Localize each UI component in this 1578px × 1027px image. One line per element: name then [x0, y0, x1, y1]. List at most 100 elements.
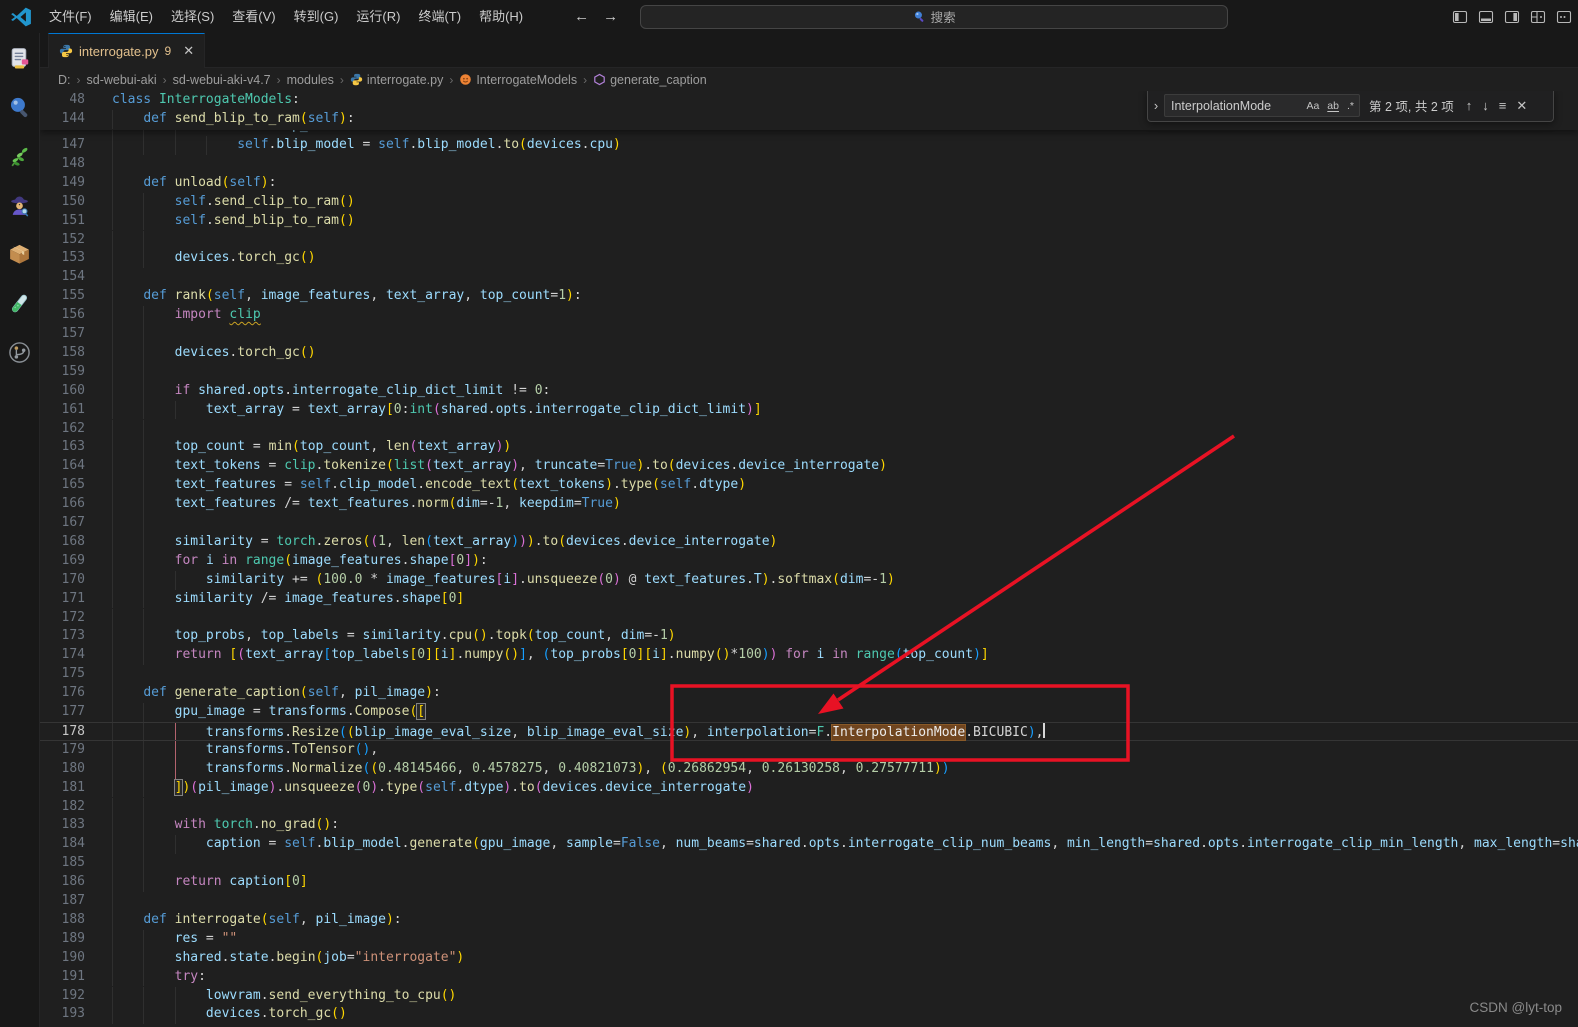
more-layout-icon[interactable] [1555, 8, 1572, 25]
regex-icon[interactable]: .* [1346, 100, 1355, 112]
breadcrumb-item-d:[interactable]: D: [58, 73, 71, 87]
detective-icon[interactable] [7, 192, 33, 218]
find-in-selection-icon[interactable]: ≡ [1494, 98, 1512, 113]
forward-arrow-icon[interactable]: → [603, 8, 618, 25]
tab-close-icon[interactable]: ✕ [183, 43, 194, 59]
whole-word-icon[interactable]: ab [1326, 100, 1340, 112]
test-tube-icon[interactable] [7, 290, 33, 316]
breadcrumb-item-sd-webui-aki[interactable]: sd-webui-aki [87, 73, 157, 87]
code-line-149[interactable]: 149 def unload(self): [40, 173, 1578, 193]
menu-文件[interactable]: 文件(F) [40, 0, 101, 33]
code-line-188[interactable]: 188 def interrogate(self, pil_image): [40, 910, 1578, 930]
menu-帮助[interactable]: 帮助(H) [470, 0, 532, 33]
menu-选择[interactable]: 选择(S) [162, 0, 223, 33]
code-line-147[interactable]: 147 self.blip_model = self.blip_model.to… [40, 136, 1578, 155]
code-line-172[interactable]: 172 [40, 608, 1578, 628]
code-line-162[interactable]: 162 [40, 419, 1578, 439]
breadcrumb-item-modules[interactable]: modules [287, 73, 334, 87]
code-line-165[interactable]: 165 text_features = self.clip_model.enco… [40, 476, 1578, 496]
code-line-156[interactable]: 156 import clip [40, 306, 1578, 325]
line-content: try: [174, 968, 206, 984]
menu-转到[interactable]: 转到(G) [285, 0, 348, 33]
customize-layout-icon[interactable] [1529, 8, 1546, 25]
code-line-176[interactable]: 176 def generate_caption(self, pil_image… [40, 684, 1578, 703]
toggle-sidebar-left-icon[interactable] [1451, 8, 1468, 25]
menu-终端[interactable]: 终端(T) [409, 0, 470, 33]
code-line-193[interactable]: 193 devices.torch_gc() [40, 1005, 1578, 1025]
code-line-163[interactable]: 163 top_count = min(top_count, len(text_… [40, 438, 1578, 458]
code-line-180[interactable]: 180 transforms.Normalize((0.48145466, 0.… [40, 759, 1578, 779]
code-line-150[interactable]: 150 self.send_clip_to_ram() [40, 192, 1578, 212]
code-line-148[interactable]: 148 [40, 154, 1578, 174]
code-line-160[interactable]: 160 if shared.opts.interrogate_clip_dict… [40, 381, 1578, 401]
code-line-187[interactable]: 187 [40, 892, 1578, 911]
code-line-164[interactable]: 164 text_tokens = clip.tokenize(list(tex… [40, 457, 1578, 477]
breadcrumb-item-interrogate.py[interactable]: interrogate.py [350, 73, 443, 87]
code-line-179[interactable]: 179 transforms.ToTensor(), [40, 740, 1578, 760]
explorer-docs-icon[interactable] [7, 45, 33, 71]
code-line-185[interactable]: 185 [40, 854, 1578, 874]
find-query-text: InterpolationMode [1171, 98, 1272, 113]
code-line-169[interactable]: 169 for i in range(image_features.shape[… [40, 551, 1578, 571]
code-line-189[interactable]: 189 res = "" [40, 929, 1578, 949]
code-line-157[interactable]: 157 [40, 325, 1578, 344]
package-icon[interactable] [7, 241, 33, 267]
code-line-183[interactable]: 183 with torch.no_grad(): [40, 816, 1578, 836]
code-line-174[interactable]: 174 return [(text_array[top_labels[0][i]… [40, 646, 1578, 666]
find-input[interactable]: InterpolationMode Aa ab .* [1164, 94, 1360, 117]
find-next-icon[interactable]: ↓ [1477, 98, 1494, 113]
code-line-191[interactable]: 191 try: [40, 967, 1578, 987]
code-line-175[interactable]: 175 [40, 665, 1578, 685]
toggle-panel-icon[interactable] [1477, 8, 1494, 25]
command-center-search[interactable]: 搜索 [640, 4, 1229, 29]
code-line-170[interactable]: 170 similarity += (100.0 * image_feature… [40, 570, 1578, 590]
breadcrumb-item-interrogatemodels[interactable]: InterrogateModels [459, 73, 577, 87]
tab-interrogate-py[interactable]: interrogate.py 9 ✕ [48, 33, 206, 68]
line-number: 152 [61, 231, 85, 247]
code-line-167[interactable]: 167 [40, 514, 1578, 533]
match-case-icon[interactable]: Aa [1305, 100, 1320, 112]
code-line-159[interactable]: 159 [40, 362, 1578, 382]
code-line-158[interactable]: 158 devices.torch_gc() [40, 343, 1578, 363]
code-line-161[interactable]: 161 text_array = text_array[0:int(shared… [40, 400, 1578, 420]
line-number: 184 [61, 836, 85, 852]
line-number: 167 [61, 515, 85, 530]
code-line-178[interactable]: 178 transforms.Resize((blip_image_eval_s… [40, 721, 1578, 741]
search-icon[interactable] [7, 94, 33, 120]
line-number: 165 [61, 477, 85, 493]
code-line-173[interactable]: 173 top_probs, top_labels = similarity.c… [40, 627, 1578, 647]
code-line-151[interactable]: 151 self.send_blip_to_ram() [40, 211, 1578, 231]
indent-guide [112, 665, 113, 685]
menu-查看[interactable]: 查看(V) [223, 0, 284, 33]
code-line-168[interactable]: 168 similarity = torch.zeros((1, len(tex… [40, 532, 1578, 552]
breadcrumb-item-generate_caption[interactable]: generate_caption [593, 73, 707, 87]
back-arrow-icon[interactable]: ← [574, 8, 589, 25]
line-content: text_tokens = clip.tokenize(list(text_ar… [174, 458, 887, 474]
code-line-184[interactable]: 184 caption = self.blip_model.generate(g… [40, 835, 1578, 855]
find-expand-chevron-icon[interactable]: › [1148, 98, 1164, 113]
code-line-155[interactable]: 155 def rank(self, image_features, text_… [40, 287, 1578, 307]
menu-运行[interactable]: 运行(R) [347, 0, 409, 33]
code-line-182[interactable]: 182 [40, 797, 1578, 817]
plant-icon[interactable] [7, 143, 33, 169]
vscode-window: 文件(F) 编辑(E) 选择(S) 查看(V) 转到(G) 运行(R) 终端(T) 帮助(H)… [0, 0, 1578, 1027]
code-line-190[interactable]: 190 shared.state.begin(job="interrogate"… [40, 948, 1578, 968]
find-prev-icon[interactable]: ↑ [1461, 98, 1478, 113]
code-line-177[interactable]: 177 gpu_image = transforms.Compose([ [40, 703, 1578, 722]
find-close-icon[interactable]: ✕ [1511, 98, 1532, 114]
code-line-171[interactable]: 171 similarity /= image_features.shape[0… [40, 589, 1578, 609]
menu-编辑[interactable]: 编辑(E) [101, 0, 162, 33]
code-editor[interactable]: 146 if self.blip_model is not None:147 s… [40, 91, 1578, 1027]
code-line-154[interactable]: 154 [40, 268, 1578, 288]
class-icon [459, 73, 472, 86]
code-line-152[interactable]: 152 [40, 230, 1578, 250]
code-line-186[interactable]: 186 return caption[0] [40, 873, 1578, 892]
code-line-192[interactable]: 192 lowvram.send_everything_to_cpu() [40, 986, 1578, 1006]
line-content: caption = self.blip_model.generate(gpu_i… [205, 836, 1578, 852]
code-line-153[interactable]: 153 devices.torch_gc() [40, 249, 1578, 269]
git-branch-icon[interactable] [7, 339, 33, 365]
breadcrumb-item-sd-webui-aki-v4.7[interactable]: sd-webui-aki-v4.7 [173, 73, 271, 87]
code-line-166[interactable]: 166 text_features /= text_features.norm(… [40, 495, 1578, 514]
code-line-181[interactable]: 181 ])(pil_image).unsqueeze(0).type(self… [40, 778, 1578, 798]
toggle-sidebar-right-icon[interactable] [1503, 8, 1520, 25]
